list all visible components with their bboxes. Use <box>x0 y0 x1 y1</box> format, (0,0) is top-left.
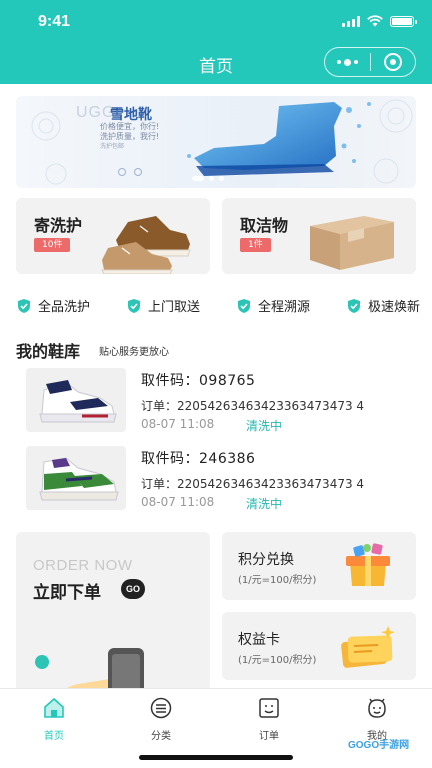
order-date: 08-07 11:08 <box>141 495 215 509</box>
shield-check-icon <box>237 298 250 313</box>
points-exchange-card[interactable]: 积分兑换 (1/元=100/积分) <box>222 532 416 600</box>
order-number: 订单：22054263463423363473473 4 <box>141 399 365 413</box>
tab-label: 分类 <box>151 731 171 742</box>
feature-item: 全程溯源 <box>236 296 310 315</box>
home-indicator <box>139 755 293 760</box>
tab-orders[interactable]: 订单 <box>237 697 301 742</box>
feature-item: 极速焕新 <box>346 296 420 315</box>
gift-box-icon <box>346 543 390 586</box>
banner-slogan: 价格便宜，你行! 洗护质量，我行! <box>100 122 160 141</box>
sneaker-image <box>39 457 119 501</box>
send-wash-count-badge: 10件 <box>34 238 71 252</box>
order-now-card[interactable]: ORDER NOW 立即下单 GO <box>16 532 210 692</box>
shoe-thumbnail <box>26 446 126 510</box>
feature-label: 上门取送 <box>147 300 200 315</box>
more-dots-icon <box>336 58 358 66</box>
profile-icon <box>368 698 386 718</box>
order-number: 订单：22054263463423363473473 4 <box>141 477 365 491</box>
pick-clean-title: 取洁物 <box>240 216 289 235</box>
order-date: 08-07 11:08 <box>141 417 215 431</box>
send-wash-title: 寄洗护 <box>34 216 83 235</box>
shield-check-icon <box>127 298 140 313</box>
pick-clean-card[interactable]: 取洁物 1件 <box>222 198 416 274</box>
send-wash-card[interactable]: 寄洗护 10件 <box>16 198 210 274</box>
parcel-box-image <box>310 216 394 270</box>
banner-badges <box>118 168 142 176</box>
app-header: 9:41 首页 <box>0 0 432 84</box>
feature-label: 极速焕新 <box>367 300 420 315</box>
points-exchange-subtitle: (1/元=100/积分) <box>238 575 317 586</box>
pick-clean-count-badge: 1件 <box>240 238 271 252</box>
shield-check-icon <box>18 298 30 313</box>
category-icon <box>150 697 172 719</box>
battery-icon <box>390 15 417 27</box>
order-status: 清洗中 <box>246 497 283 511</box>
banner-small-text: 洗护包邮 <box>100 143 125 150</box>
tab-label: 订单 <box>259 731 279 742</box>
feature-item: 全品洗护 <box>16 296 90 315</box>
go-button[interactable]: GO <box>121 579 145 599</box>
pickup-code: 取件码：246386 <box>141 451 256 467</box>
membership-card-icon <box>341 626 395 668</box>
sneaker-image <box>101 216 191 274</box>
feature-item: 上门取送 <box>126 296 200 315</box>
shield-check-icon <box>347 298 360 313</box>
tab-category[interactable]: 分类 <box>129 697 193 742</box>
home-icon <box>44 697 64 718</box>
order-now-title: 立即下单 <box>33 583 101 603</box>
feature-label: 全品洗护 <box>38 300 91 315</box>
watermark-logo: GOGO手游网 <box>348 740 410 751</box>
wifi-icon <box>367 15 383 27</box>
order-now-english: ORDER NOW <box>33 557 133 574</box>
mini-program-capsule <box>324 47 416 77</box>
tab-home[interactable]: 首页 <box>22 697 86 742</box>
order-item[interactable]: 取件码：246386 订单：22054263463423363473473 4 … <box>26 446 406 512</box>
benefit-card-subtitle: (1/元=100/积分) <box>238 655 317 666</box>
order-icon <box>259 698 279 718</box>
shoe-thumbnail <box>26 368 126 432</box>
banner-title: 雪地靴 <box>110 107 152 123</box>
order-item[interactable]: 取件码：098765 订单：22054263463423363473473 4 … <box>26 368 406 434</box>
sneaker-image <box>39 380 117 423</box>
shoe-library-title: 我的鞋库 <box>16 342 81 361</box>
feature-strip: 全品洗护 上门取送 全程溯源 极速焕新 <box>16 296 420 315</box>
shoe-library-subtitle: 贴心服务更放心 <box>99 347 169 358</box>
close-mini-program-button[interactable] <box>371 48 416 76</box>
signal-icon <box>342 15 360 27</box>
boot-illustration <box>187 102 371 176</box>
target-icon <box>383 53 402 71</box>
hand-phone-illustration <box>35 648 144 692</box>
benefit-card[interactable]: 权益卡 (1/元=100/积分) <box>222 612 416 680</box>
order-status: 清洗中 <box>246 419 283 433</box>
carousel-indicators[interactable] <box>192 176 224 181</box>
status-time: 9:41 <box>38 13 71 30</box>
pickup-code: 取件码：098765 <box>141 373 256 389</box>
more-button[interactable] <box>325 48 370 76</box>
benefit-card-title: 权益卡 <box>238 632 280 648</box>
tab-label: 首页 <box>44 731 64 742</box>
status-icons <box>342 15 417 27</box>
feature-label: 全程溯源 <box>257 300 310 315</box>
points-exchange-title: 积分兑换 <box>238 552 294 568</box>
promo-banner[interactable]: UGG 雪地靴 价格便宜，你行! 洗护质量，我行! 洗护包邮 <box>16 96 416 188</box>
